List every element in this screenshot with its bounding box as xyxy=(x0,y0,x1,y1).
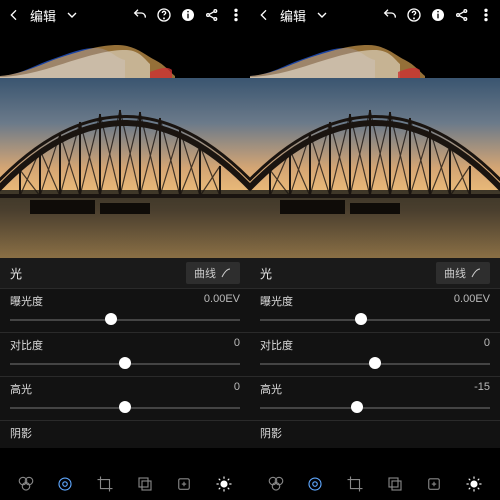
undo-icon[interactable] xyxy=(382,7,398,23)
slider-label: 对比度 xyxy=(260,337,293,353)
help-icon[interactable] xyxy=(156,7,172,23)
section-header-light: 光 曲线 xyxy=(250,258,500,288)
undo-icon[interactable] xyxy=(132,7,148,23)
brightness-icon[interactable] xyxy=(213,473,235,495)
slider-label: 阴影 xyxy=(260,425,282,441)
layers-icon[interactable] xyxy=(384,473,406,495)
section-title: 光 xyxy=(260,265,272,282)
slider-knob[interactable] xyxy=(105,313,117,325)
photo-preview[interactable] xyxy=(250,78,500,258)
curves-label: 曲线 xyxy=(444,265,466,281)
slider-track[interactable] xyxy=(10,399,240,415)
slider-knob[interactable] xyxy=(351,401,363,413)
slider-track[interactable] xyxy=(260,355,490,371)
screen-title: 编辑 xyxy=(30,6,56,25)
slider-knob[interactable] xyxy=(119,401,131,413)
sliders-right: 曝光度 0.00EV 对比度 0 高光 -15 xyxy=(250,288,500,448)
slider-track[interactable] xyxy=(260,399,490,415)
slider-row[interactable]: 阴影 xyxy=(0,420,250,448)
slider-row[interactable]: 对比度 0 xyxy=(0,332,250,376)
heal-icon[interactable] xyxy=(423,473,445,495)
panel-left: 编辑 xyxy=(0,0,250,500)
slider-value: 0.00EV xyxy=(204,293,240,309)
slider-label: 阴影 xyxy=(10,425,32,441)
presets-icon[interactable] xyxy=(265,473,287,495)
slider-track[interactable] xyxy=(260,311,490,327)
photo-preview[interactable] xyxy=(0,78,250,258)
slider-row[interactable]: 高光 0 xyxy=(0,376,250,420)
slider-track[interactable] xyxy=(10,355,240,371)
curves-button[interactable]: 曲线 xyxy=(436,262,490,284)
slider-value: -15 xyxy=(474,381,490,397)
slider-label: 高光 xyxy=(260,381,282,397)
slider-row[interactable]: 阴影 xyxy=(250,420,500,448)
section-title: 光 xyxy=(10,265,22,282)
more-icon[interactable] xyxy=(478,7,494,23)
slider-value: 0.00EV xyxy=(454,293,490,309)
slider-track[interactable] xyxy=(10,311,240,327)
top-toolbar: 编辑 xyxy=(250,0,500,30)
histogram xyxy=(0,30,250,78)
layers-icon[interactable] xyxy=(134,473,156,495)
back-icon[interactable] xyxy=(6,7,22,23)
info-icon[interactable] xyxy=(430,7,446,23)
panel-right: 编辑 xyxy=(250,0,500,500)
heal-icon[interactable] xyxy=(173,473,195,495)
slider-label: 对比度 xyxy=(10,337,43,353)
slider-knob[interactable] xyxy=(369,357,381,369)
slider-row[interactable]: 曝光度 0.00EV xyxy=(0,288,250,332)
sliders-left: 曝光度 0.00EV 对比度 0 高光 0 xyxy=(0,288,250,448)
slider-label: 曝光度 xyxy=(10,293,43,309)
screen-title: 编辑 xyxy=(280,6,306,25)
slider-value: 0 xyxy=(234,337,240,353)
help-icon[interactable] xyxy=(406,7,422,23)
curves-label: 曲线 xyxy=(194,265,216,281)
histogram xyxy=(250,30,500,78)
share-icon[interactable] xyxy=(454,7,470,23)
slider-knob[interactable] xyxy=(119,357,131,369)
more-icon[interactable] xyxy=(228,7,244,23)
top-toolbar: 编辑 xyxy=(0,0,250,30)
crop-icon[interactable] xyxy=(94,473,116,495)
curves-button[interactable]: 曲线 xyxy=(186,262,240,284)
slider-label: 高光 xyxy=(10,381,32,397)
slider-knob[interactable] xyxy=(355,313,367,325)
adjust-icon[interactable] xyxy=(54,473,76,495)
presets-icon[interactable] xyxy=(15,473,37,495)
slider-row[interactable]: 曝光度 0.00EV xyxy=(250,288,500,332)
slider-value: 0 xyxy=(484,337,490,353)
chevron-down-icon[interactable] xyxy=(314,7,330,23)
info-icon[interactable] xyxy=(180,7,196,23)
slider-value: 0 xyxy=(234,381,240,397)
slider-row[interactable]: 对比度 0 xyxy=(250,332,500,376)
slider-label: 曝光度 xyxy=(260,293,293,309)
bottom-toolbar xyxy=(0,468,250,500)
back-icon[interactable] xyxy=(256,7,272,23)
slider-row[interactable]: 高光 -15 xyxy=(250,376,500,420)
adjust-icon[interactable] xyxy=(304,473,326,495)
bottom-toolbar xyxy=(250,468,500,500)
chevron-down-icon[interactable] xyxy=(64,7,80,23)
brightness-icon[interactable] xyxy=(463,473,485,495)
section-header-light: 光 曲线 xyxy=(0,258,250,288)
share-icon[interactable] xyxy=(204,7,220,23)
crop-icon[interactable] xyxy=(344,473,366,495)
